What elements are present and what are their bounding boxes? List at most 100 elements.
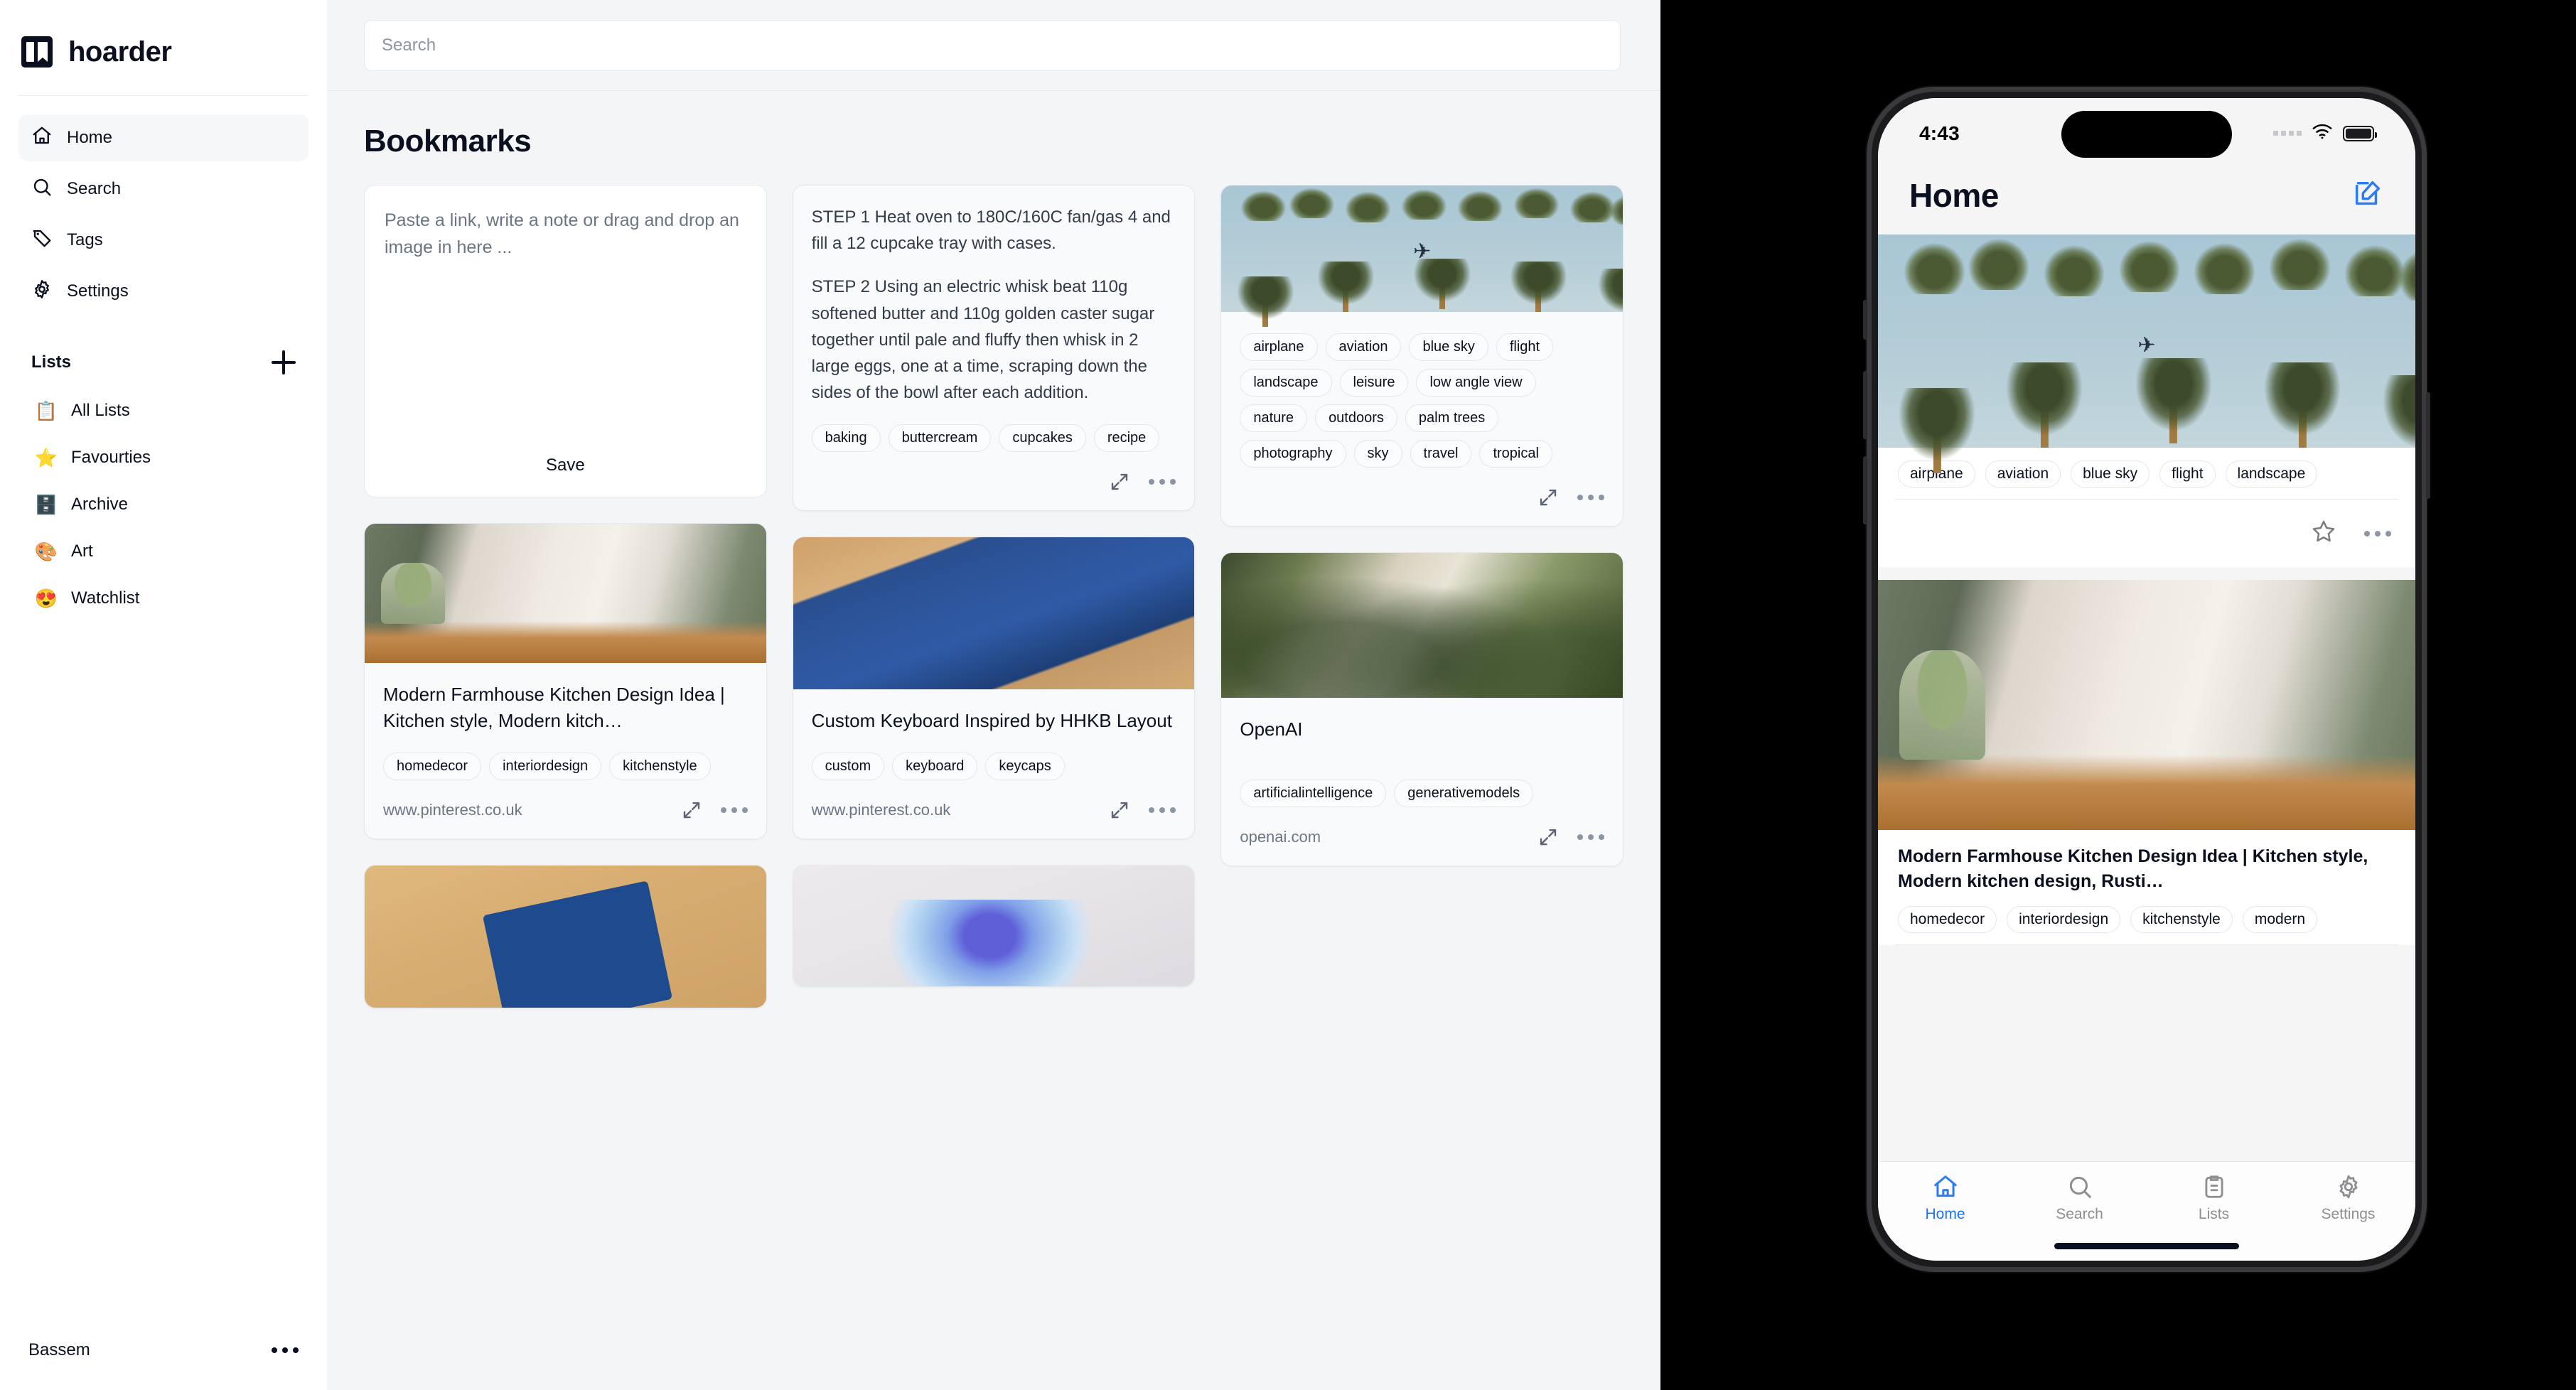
more-options-icon[interactable]	[1577, 834, 1605, 840]
tab-settings[interactable]: Settings	[2281, 1173, 2415, 1223]
sidebar-item-home[interactable]: Home	[18, 114, 308, 161]
tab-home[interactable]: Home	[1878, 1173, 2012, 1223]
expand-icon[interactable]	[1109, 471, 1130, 492]
new-bookmark-editor[interactable]: Paste a link, write a note or drag and d…	[364, 185, 767, 497]
tag[interactable]: homedecor	[383, 752, 482, 780]
tag[interactable]: recipe	[1093, 424, 1160, 453]
phone-bookmark-card-palm-trees[interactable]: ✈ airplane aviation blue sky flight land…	[1878, 235, 2415, 567]
tag[interactable]: homedecor	[1898, 906, 1997, 933]
bookmark-card-kitchen[interactable]: Modern Farmhouse Kitchen Design Idea | K…	[364, 523, 767, 839]
tag[interactable]: flight	[1496, 333, 1554, 361]
tag[interactable]: outdoors	[1315, 404, 1397, 432]
tag[interactable]: generativemodels	[1394, 779, 1534, 807]
more-options-icon[interactable]	[272, 1347, 299, 1353]
palm-tree-graphic	[2189, 239, 2260, 294]
bookmark-card-openai[interactable]: OpenAI artificialintelligence generative…	[1220, 552, 1624, 866]
compose-icon[interactable]	[2351, 178, 2384, 214]
palm-tree-graphic	[1454, 188, 1507, 221]
bookmark-card-recipe-note[interactable]: STEP 1 Heat oven to 180C/160C fan/gas 4 …	[792, 185, 1196, 512]
tag[interactable]: kitchenstyle	[609, 752, 711, 780]
bookmark-footer: www.pinterest.co.uk	[383, 796, 748, 824]
palm-tree-graphic	[1406, 259, 1478, 310]
tag[interactable]: airplane	[1240, 333, 1318, 361]
phone-bookmark-feed[interactable]: ✈ airplane aviation blue sky flight land…	[1878, 235, 2415, 1161]
tag[interactable]: aviation	[1325, 333, 1402, 361]
tag[interactable]: blue sky	[1409, 333, 1488, 361]
sidebar-item-label: Tags	[67, 230, 103, 249]
sidebar-item-settings[interactable]: Settings	[18, 268, 308, 315]
bookmark-actions	[1109, 471, 1176, 492]
expand-icon[interactable]	[1537, 826, 1559, 848]
tag[interactable]: low angle view	[1416, 369, 1536, 397]
expand-icon[interactable]	[1109, 799, 1130, 821]
tag[interactable]: leisure	[1339, 369, 1409, 397]
tag[interactable]: interiordesign	[2007, 906, 2121, 933]
tag[interactable]: photography	[1240, 440, 1346, 468]
sidebar-list-all-lists[interactable]: 📋 All Lists	[18, 389, 308, 433]
bookmark-url[interactable]: www.pinterest.co.uk	[383, 801, 522, 819]
tag[interactable]: travel	[1410, 440, 1472, 468]
tag[interactable]: blue sky	[2071, 460, 2150, 487]
tag[interactable]: custom	[811, 753, 885, 781]
more-options-icon[interactable]	[720, 807, 748, 813]
more-options-icon[interactable]	[1149, 479, 1176, 485]
bookmark-footer	[812, 468, 1176, 496]
brand-name: hoarder	[68, 36, 172, 68]
tag[interactable]: baking	[811, 424, 881, 453]
bookmark-url[interactable]: openai.com	[1240, 828, 1321, 846]
bookmark-title: Modern Farmhouse Kitchen Design Idea | K…	[383, 684, 725, 731]
tag[interactable]: interiordesign	[489, 752, 602, 780]
save-button[interactable]: Save	[533, 451, 598, 480]
sidebar-list-archive[interactable]: 🗄️ Archive	[18, 483, 308, 527]
sidebar-item-tags[interactable]: Tags	[18, 217, 308, 264]
search-input[interactable]: Search	[364, 19, 1621, 71]
tag[interactable]: landscape	[2225, 460, 2318, 487]
favourite-star-icon[interactable]	[2310, 518, 2337, 549]
tag[interactable]: cupcakes	[999, 424, 1086, 453]
tag[interactable]: flight	[2159, 460, 2216, 487]
sidebar-list-art[interactable]: 🎨 Art	[18, 529, 308, 573]
tab-lists[interactable]: Lists	[2147, 1173, 2281, 1223]
bookmark-card-circuit-board[interactable]	[364, 864, 767, 1008]
bookmark-card-palm-trees[interactable]: ✈ airplane aviation blue sky flight land…	[1220, 185, 1624, 527]
bookmark-footer	[1240, 483, 1605, 512]
signal-icon	[2273, 131, 2302, 136]
palm-tree-graphic	[1889, 388, 1986, 473]
tag[interactable]: aviation	[1985, 460, 2061, 487]
tag[interactable]: sky	[1353, 440, 1402, 468]
bookmark-url[interactable]: www.pinterest.co.uk	[812, 801, 951, 819]
add-list-button[interactable]	[272, 350, 296, 375]
tag[interactable]: landscape	[1240, 369, 1332, 397]
expand-icon[interactable]	[681, 799, 702, 821]
bookmark-card-keyboard[interactable]: Custom Keyboard Inspired by HHKB Layout …	[792, 537, 1196, 840]
phone-bookmark-card-kitchen[interactable]: Modern Farmhouse Kitchen Design Idea | K…	[1878, 580, 2415, 945]
brand: hoarder	[18, 0, 308, 80]
palm-tree-graphic	[2265, 235, 2335, 290]
list-item-label: Favourties	[71, 448, 151, 467]
tag-list: artificialintelligence generativemodels	[1240, 779, 1604, 807]
phone-feed-gap	[1878, 567, 2415, 580]
tag[interactable]: buttercream	[888, 424, 992, 453]
lists-header: Lists	[18, 346, 308, 379]
tag[interactable]: keyboard	[892, 753, 978, 781]
tag[interactable]: nature	[1240, 404, 1308, 432]
user-menu[interactable]: Bassem	[18, 1329, 308, 1372]
tag[interactable]: modern	[2242, 906, 2318, 933]
more-options-icon[interactable]	[1149, 807, 1176, 814]
tag[interactable]: tropical	[1479, 440, 1552, 468]
more-options-icon[interactable]	[2364, 530, 2391, 537]
sidebar-list-favourties[interactable]: ⭐ Favourties	[18, 436, 308, 480]
sidebar-list-watchlist[interactable]: 😍 Watchlist	[18, 576, 308, 620]
more-options-icon[interactable]	[1577, 495, 1605, 500]
home-icon	[31, 125, 53, 151]
sidebar-item-search[interactable]: Search	[18, 166, 308, 212]
tag[interactable]: keycaps	[985, 753, 1065, 781]
expand-icon[interactable]	[1537, 487, 1559, 508]
bookmark-footer: www.pinterest.co.uk	[812, 796, 1176, 824]
bookmark-card-crystal[interactable]	[792, 865, 1196, 988]
tag[interactable]: palm trees	[1405, 404, 1499, 432]
bookmark-image	[1221, 553, 1624, 698]
tab-search[interactable]: Search	[2012, 1173, 2147, 1223]
tag[interactable]: kitchenstyle	[2130, 906, 2233, 933]
tag[interactable]: artificialintelligence	[1240, 779, 1387, 807]
